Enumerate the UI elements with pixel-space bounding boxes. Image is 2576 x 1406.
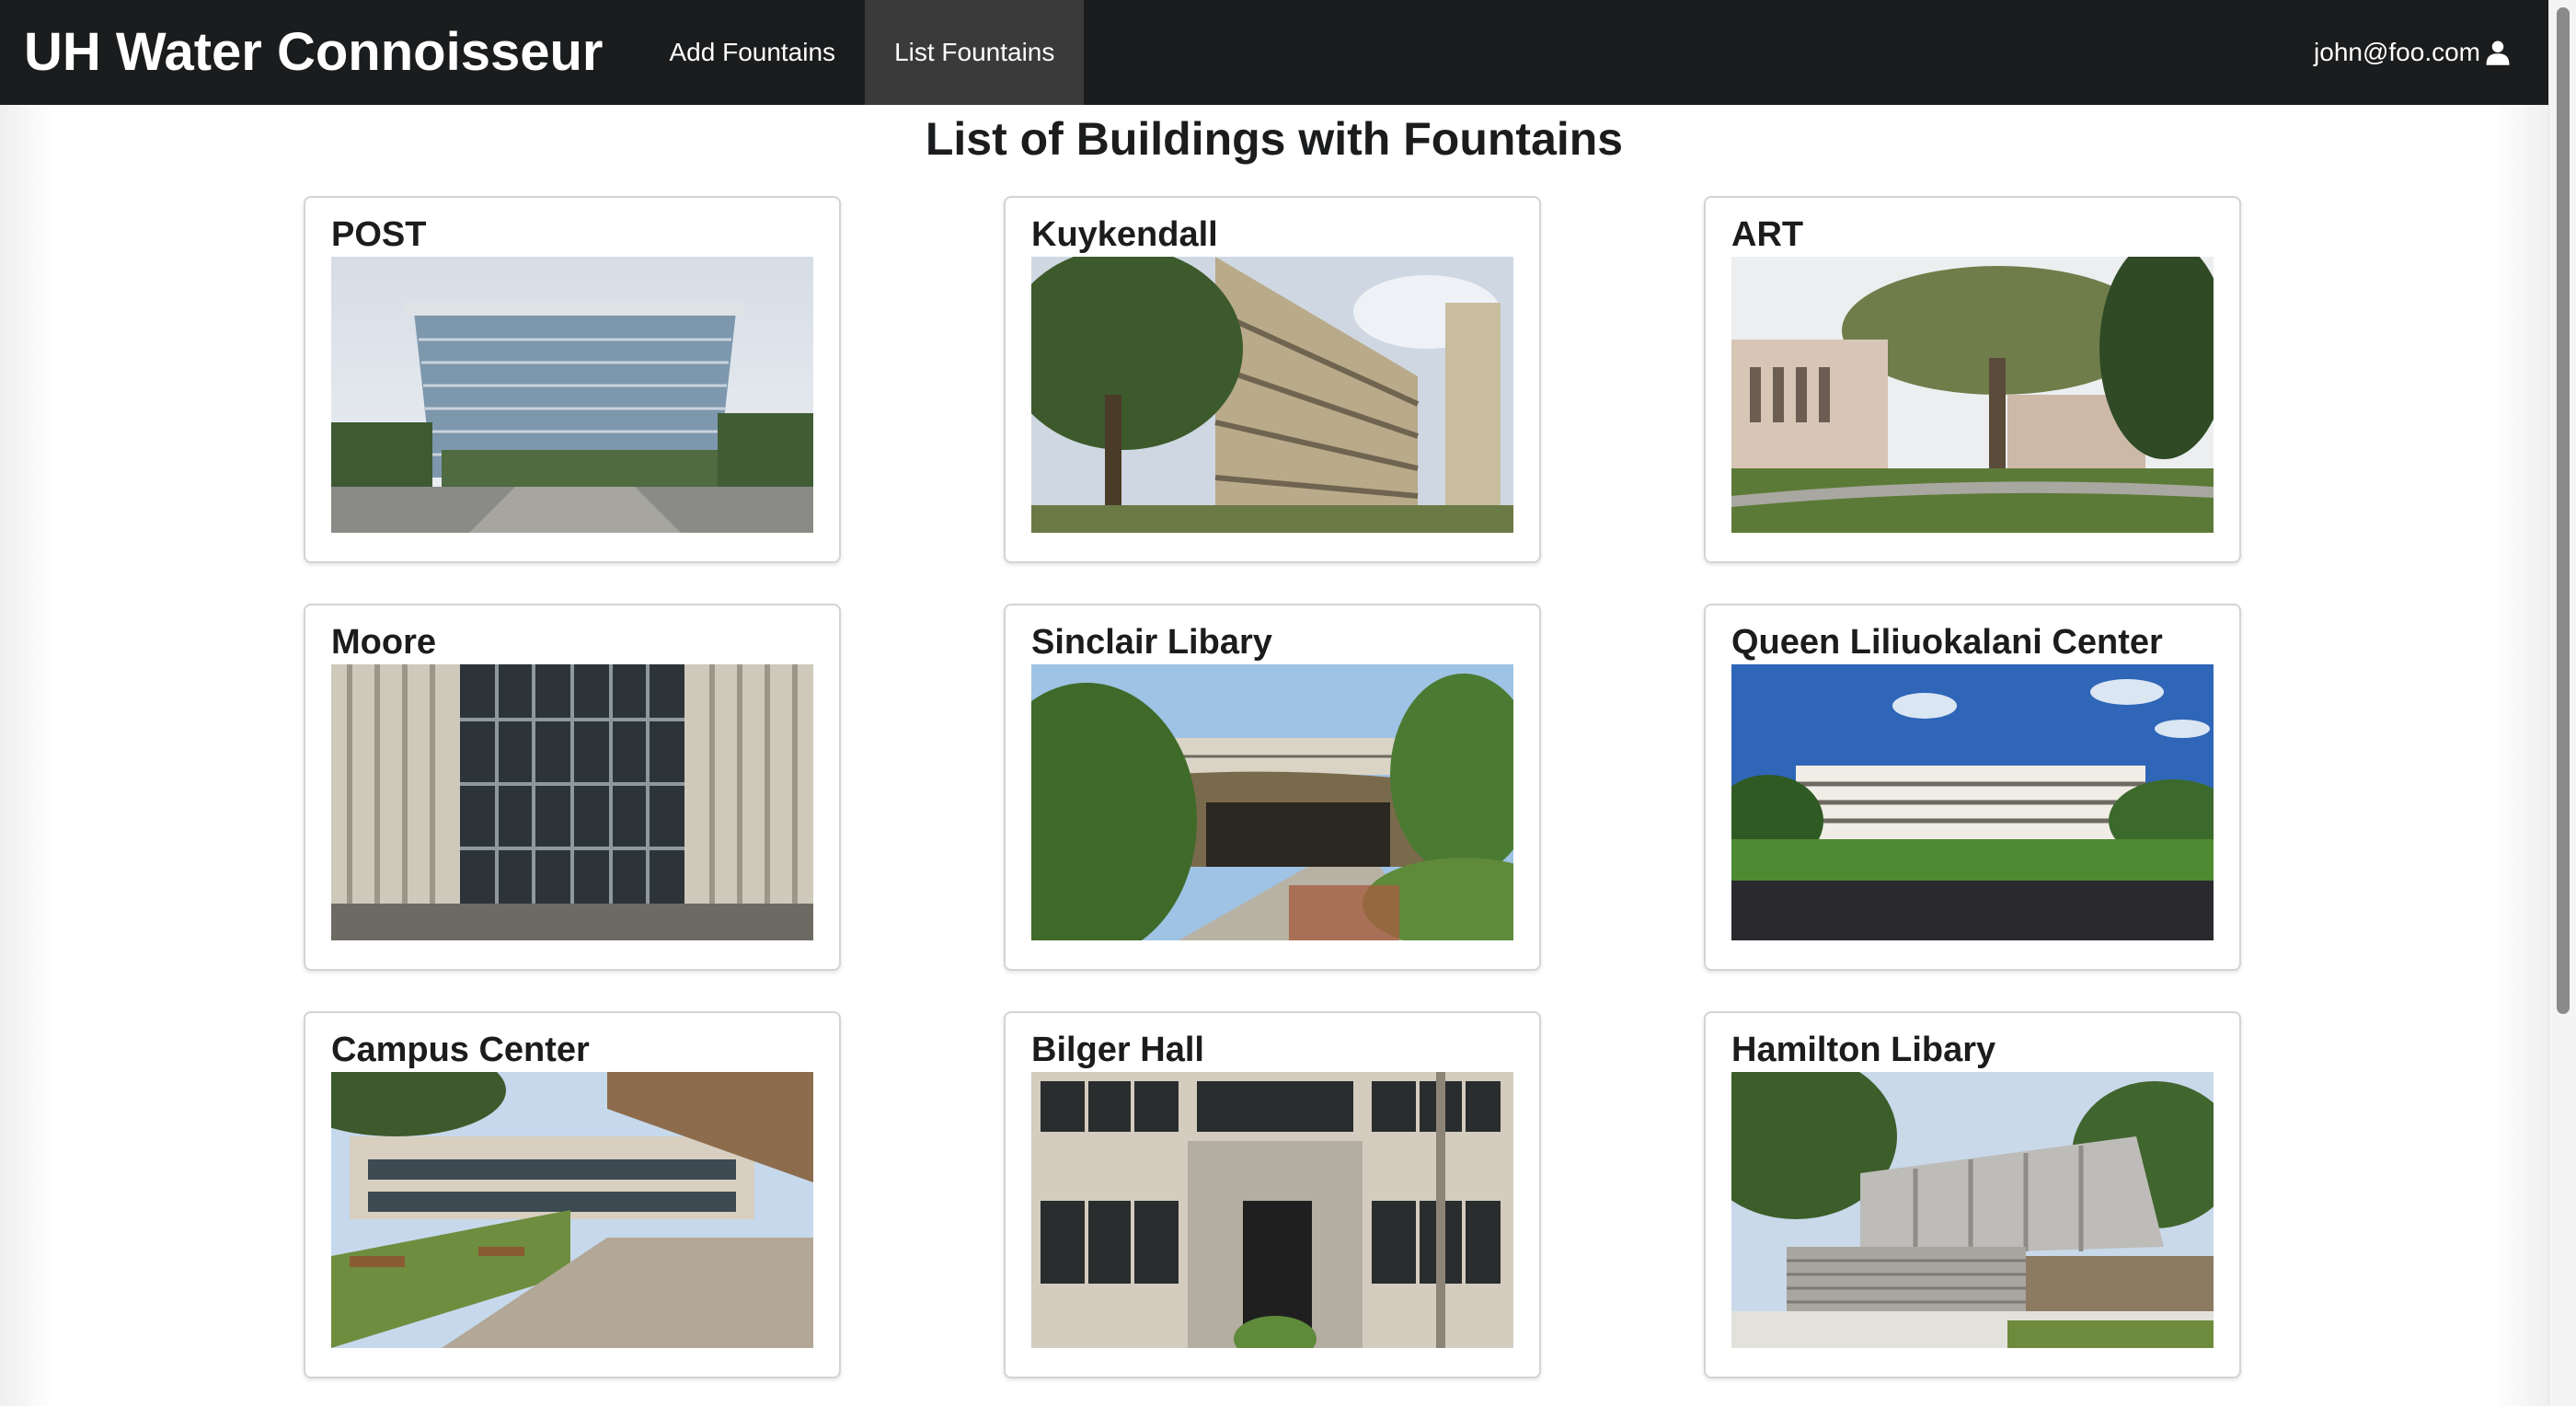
page-title: List of Buildings with Fountains	[925, 113, 1624, 165]
building-card-hamilton-libary[interactable]: Hamilton Libary	[1704, 1011, 2241, 1378]
building-card-sinclair-libary[interactable]: Sinclair Libary	[1004, 604, 1541, 971]
vertical-scrollbar[interactable]	[2548, 0, 2576, 1406]
nav-add-fountains[interactable]: Add Fountains	[639, 0, 865, 105]
building-name: ART	[1731, 215, 1804, 254]
user-email: john@foo.com	[2314, 38, 2480, 66]
building-card-bilger-hall[interactable]: Bilger Hall	[1004, 1011, 1541, 1378]
kuykendall-building-photo	[1031, 257, 1513, 533]
moore-building-photo	[331, 664, 813, 940]
user-menu[interactable]: john@foo.com	[2314, 38, 2548, 67]
building-name: Campus Center	[331, 1031, 590, 1069]
buildings-grid: POST Kuykendall ART Moore Sinclair Libar…	[304, 196, 2241, 1378]
building-name: Sinclair Libary	[1031, 623, 1272, 662]
nav-list-fountains[interactable]: List Fountains	[865, 0, 1085, 105]
building-card-kuykendall[interactable]: Kuykendall	[1004, 196, 1541, 563]
bilger-hall-photo	[1031, 1072, 1513, 1348]
hamilton-library-photo	[1731, 1072, 2214, 1348]
building-name: Moore	[331, 623, 436, 662]
post-building-photo	[331, 257, 813, 533]
sinclair-library-photo	[1031, 664, 1513, 940]
app-title[interactable]: UH Water Connoisseur	[0, 0, 639, 105]
building-name: Queen Liliuokalani Center	[1731, 623, 2163, 662]
building-card-art[interactable]: ART	[1704, 196, 2241, 563]
art-building-photo	[1731, 257, 2214, 533]
building-name: POST	[331, 215, 427, 254]
building-name: Kuykendall	[1031, 215, 1218, 254]
building-card-moore[interactable]: Moore	[304, 604, 841, 971]
building-card-post[interactable]: POST	[304, 196, 841, 563]
building-card-queen-liliuokalani-center[interactable]: Queen Liliuokalani Center	[1704, 604, 2241, 971]
building-name: Bilger Hall	[1031, 1031, 1204, 1069]
building-card-campus-center[interactable]: Campus Center	[304, 1011, 841, 1378]
scrollbar-thumb[interactable]	[2557, 7, 2570, 1014]
top-navbar: UH Water Connoisseur Add Fountains List …	[0, 0, 2548, 105]
queen-liliuokalani-center-photo	[1731, 664, 2214, 940]
campus-center-photo	[331, 1072, 813, 1348]
building-name: Hamilton Libary	[1731, 1031, 1996, 1069]
user-icon	[2486, 40, 2510, 65]
